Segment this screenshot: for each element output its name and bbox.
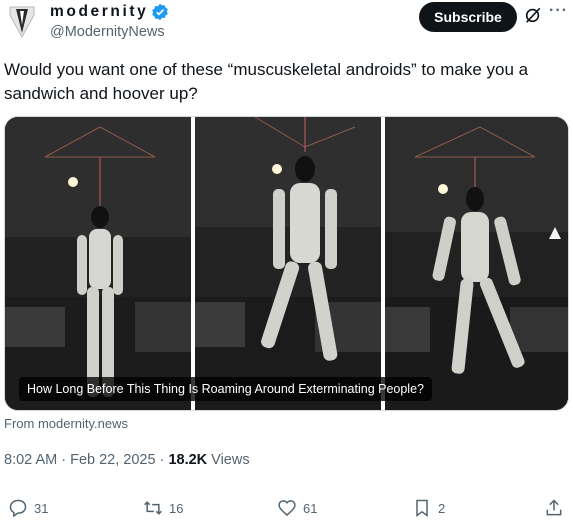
action-bar: 31 16 61 2 [0, 494, 573, 528]
media-panel-1[interactable] [5, 117, 191, 410]
link-source[interactable]: From modernity.news [4, 416, 128, 431]
tweet-text: Would you want one of these “muscuskelet… [4, 60, 529, 103]
grok-icon[interactable] [524, 6, 542, 24]
share-button[interactable] [544, 498, 564, 518]
repost-count: 16 [169, 500, 184, 516]
media-caption: How Long Before This Thing Is Roaming Ar… [19, 377, 432, 401]
reply-count: 31 [34, 500, 49, 516]
tweet-meta: 8:02 AM · Feb 22, 2025 · 18.2K Views [4, 452, 250, 468]
reply-button[interactable]: 31 [8, 498, 48, 518]
bookmark-button[interactable]: 2 [412, 498, 445, 518]
bookmark-icon [416, 499, 428, 517]
tweet-timestamp[interactable]: 8:02 AM · Feb 22, 2025 · [4, 452, 168, 468]
share-icon [546, 499, 562, 516]
repost-button[interactable]: 16 [143, 498, 183, 518]
more-icon[interactable]: ··· [549, 3, 569, 24]
author-name-row[interactable]: modernity [50, 3, 169, 21]
views-count: 18.2K [168, 452, 208, 468]
android-photo-2 [195, 117, 381, 410]
modernity-logo-icon[interactable] [6, 3, 38, 39]
android-photo-3 [385, 117, 568, 410]
repost-icon [144, 501, 162, 515]
media-panel-3[interactable] [385, 117, 568, 410]
android-photo-1 [5, 117, 191, 410]
verified-badge-icon [152, 3, 169, 21]
tweet-header: modernity @ModernityNews Subscribe ··· [0, 0, 573, 50]
tweet-media[interactable]: How Long Before This Thing Is Roaming Ar… [4, 116, 569, 411]
media-panel-2[interactable] [195, 117, 381, 410]
reply-icon [9, 499, 27, 518]
like-count: 61 [303, 500, 318, 516]
bookmark-count: 2 [438, 500, 446, 516]
author-display-name[interactable]: modernity [50, 3, 148, 21]
like-icon [278, 500, 296, 517]
author-handle[interactable]: @ModernityNews [50, 24, 165, 40]
subscribe-button[interactable]: Subscribe [419, 2, 517, 32]
views-label: Views [207, 452, 250, 468]
like-button[interactable]: 61 [277, 498, 317, 518]
